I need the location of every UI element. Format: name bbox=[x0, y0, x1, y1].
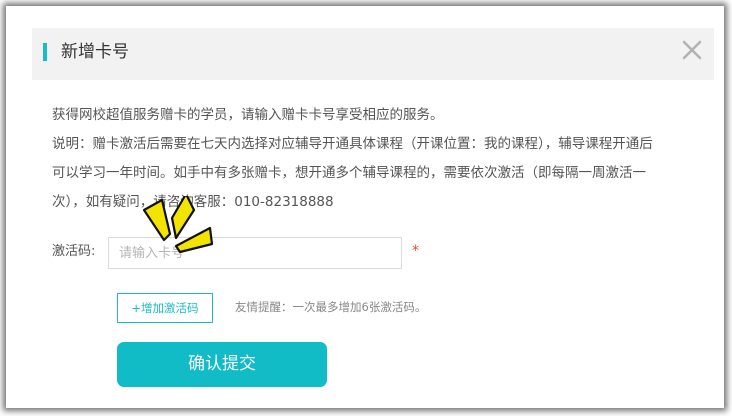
spark-highlight-icon bbox=[142, 192, 252, 268]
add-activation-code-button[interactable]: +增加激活码 bbox=[117, 293, 213, 323]
screenshot-frame: 新增卡号 获得网校超值服务赠卡的学员，请输入赠卡卡号享受相应的服务。 说明：赠卡… bbox=[6, 6, 724, 408]
title-accent-bar bbox=[43, 43, 47, 61]
submit-button[interactable]: 确认提交 bbox=[117, 342, 327, 387]
required-mark: * bbox=[412, 243, 419, 259]
notes-line-1: 说明：赠卡激活后需要在七天内选择对应辅导开通具体课程（开课位置：我的课程），辅导… bbox=[52, 136, 653, 152]
close-icon[interactable] bbox=[680, 38, 704, 62]
dialog-header: 新增卡号 bbox=[32, 28, 714, 80]
intro-text: 获得网校超值服务赠卡的学员，请输入赠卡卡号享受相应的服务。 bbox=[52, 107, 444, 123]
notes-line-2: 可以学习一年时间。如手中有多张赠卡，想开通多个辅导课程的，需要依次激活（即每隔一… bbox=[52, 165, 646, 181]
tip-text: 友情提醒：一次最多增加6张激活码。 bbox=[235, 300, 427, 314]
activation-code-label: 激活码: bbox=[52, 244, 96, 259]
dialog-title: 新增卡号 bbox=[61, 42, 129, 62]
add-card-dialog: 新增卡号 获得网校超值服务赠卡的学员，请输入赠卡卡号享受相应的服务。 说明：赠卡… bbox=[32, 28, 714, 404]
